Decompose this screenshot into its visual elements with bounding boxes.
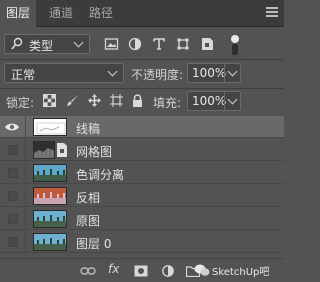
filter-kind-label: 类型 bbox=[29, 39, 54, 53]
chat-logo-icon bbox=[194, 264, 210, 276]
chevron-down-icon bbox=[107, 66, 118, 77]
visibility-toggle[interactable] bbox=[8, 145, 18, 155]
opacity-label: 不透明度: bbox=[131, 68, 184, 82]
layer-row[interactable]: 网格图 bbox=[0, 139, 284, 161]
chevron-down-icon bbox=[73, 37, 84, 48]
layer-row[interactable]: 图层 0 bbox=[0, 231, 284, 253]
layers-panel: 图层 通道 路径 类型 正常 不透明度: 100% 锁定: 填充: 100% 线… bbox=[0, 0, 284, 282]
lock-transparent-pixels-icon[interactable] bbox=[43, 94, 56, 107]
opacity-value: 100% bbox=[192, 66, 227, 80]
fill-value: 100% bbox=[192, 94, 227, 108]
layer-thumbnail bbox=[33, 210, 67, 228]
fx-icon[interactable]: fx bbox=[108, 262, 119, 276]
visibility-toggle[interactable] bbox=[8, 214, 18, 224]
visibility-toggle[interactable] bbox=[8, 191, 18, 201]
layer-thumbnail bbox=[33, 164, 67, 182]
adjustment-layer-icon[interactable] bbox=[161, 265, 175, 277]
layer-name[interactable]: 反相 bbox=[76, 189, 100, 206]
layer-name[interactable]: 原图 bbox=[76, 212, 100, 229]
blend-mode-select[interactable]: 正常 bbox=[4, 63, 124, 83]
lock-icon[interactable] bbox=[131, 94, 144, 107]
layer-row[interactable]: 色调分离 bbox=[0, 162, 284, 184]
add-mask-icon[interactable] bbox=[134, 265, 148, 277]
layer-filter-select[interactable]: 类型 bbox=[4, 34, 90, 54]
smart-object-filter-icon[interactable] bbox=[200, 37, 216, 51]
opacity-dropdown[interactable] bbox=[224, 64, 240, 82]
fill-dropdown[interactable] bbox=[224, 92, 240, 110]
tab-layers[interactable]: 图层 bbox=[0, 0, 36, 28]
fill-field[interactable]: 100% bbox=[187, 91, 241, 111]
divider bbox=[0, 88, 284, 89]
layer-thumbnail bbox=[33, 187, 67, 205]
layer-thumbnail bbox=[33, 233, 67, 251]
watermark: SketchUp吧 bbox=[190, 259, 284, 281]
blend-mode-label: 正常 bbox=[11, 68, 36, 82]
divider bbox=[0, 59, 284, 60]
layer-name[interactable]: 线稿 bbox=[76, 120, 100, 137]
link-layers-icon[interactable] bbox=[80, 265, 96, 277]
opacity-field[interactable]: 100% bbox=[187, 63, 241, 83]
layers-list: 线稿 网格图 色调分离 反相 原图 图层 0 bbox=[0, 116, 284, 256]
layer-thumbnail bbox=[33, 118, 67, 136]
tab-paths[interactable]: 路径 bbox=[84, 0, 118, 27]
tab-channels[interactable]: 通道 bbox=[44, 0, 78, 27]
brush-icon[interactable] bbox=[66, 94, 79, 107]
layer-row[interactable]: 原图 bbox=[0, 208, 284, 230]
lock-label: 锁定: bbox=[6, 96, 35, 110]
move-icon[interactable] bbox=[88, 94, 101, 107]
watermark-text: SketchUp吧 bbox=[212, 267, 270, 278]
chevron-down-icon bbox=[227, 94, 238, 105]
layer-thumbnail bbox=[33, 141, 55, 159]
shape-filter-icon[interactable] bbox=[176, 37, 192, 51]
visibility-toggle[interactable] bbox=[8, 237, 18, 247]
smart-object-icon bbox=[57, 143, 67, 157]
visibility-toggle[interactable] bbox=[8, 168, 18, 178]
layer-name[interactable]: 网格图 bbox=[76, 143, 112, 160]
eye-icon[interactable] bbox=[4, 119, 20, 135]
layer-name[interactable]: 图层 0 bbox=[76, 235, 111, 252]
layer-row[interactable]: 线稿 bbox=[0, 116, 284, 138]
search-icon bbox=[11, 37, 23, 50]
artboard-icon[interactable] bbox=[110, 94, 123, 107]
image-filter-icon[interactable] bbox=[104, 37, 120, 51]
filter-toggle[interactable] bbox=[231, 35, 239, 55]
chevron-down-icon bbox=[227, 66, 238, 77]
type-filter-icon[interactable] bbox=[152, 37, 168, 51]
fill-label: 填充: bbox=[153, 96, 182, 110]
layer-row[interactable]: 反相 bbox=[0, 185, 284, 207]
panel-tab-bar: 图层 通道 路径 bbox=[0, 0, 284, 28]
panel-menu-icon[interactable] bbox=[266, 7, 278, 19]
adjustment-filter-icon[interactable] bbox=[128, 37, 144, 51]
layer-name[interactable]: 色调分离 bbox=[76, 166, 124, 183]
